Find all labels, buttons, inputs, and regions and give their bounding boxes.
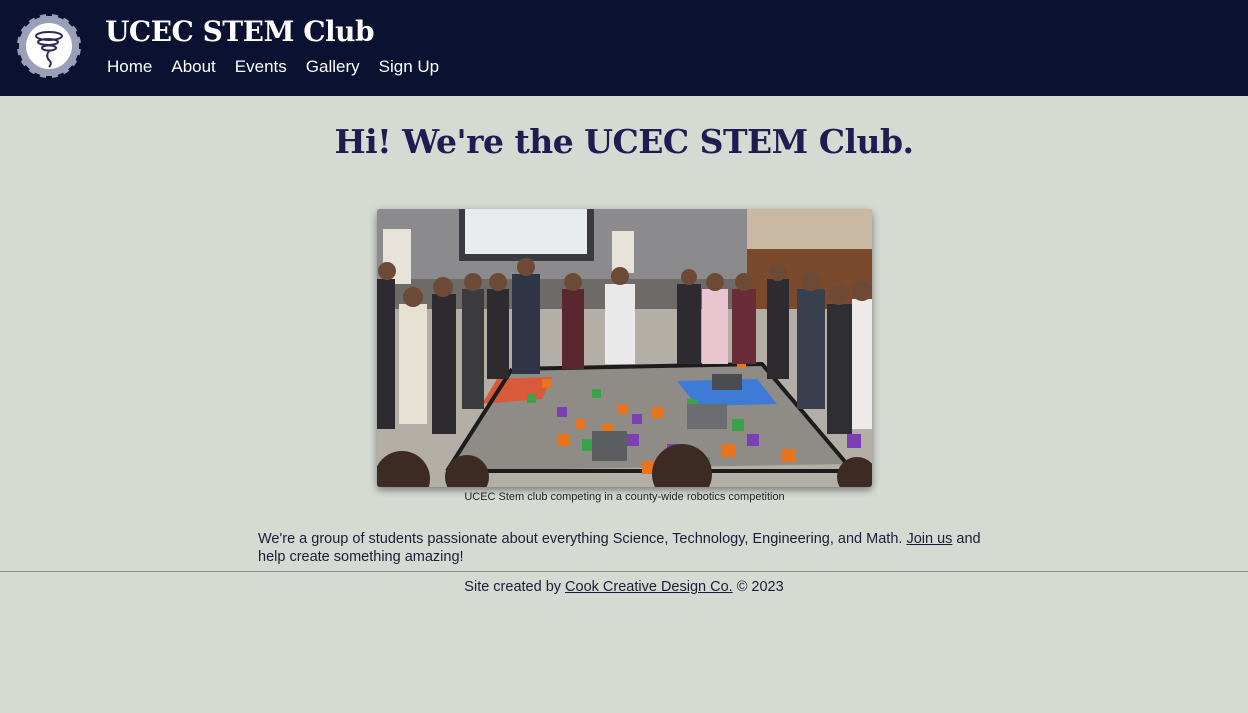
footer-text-after: © 2023 <box>732 579 784 595</box>
photo-caption: UCEC Stem club competing in a county-wid… <box>464 491 785 503</box>
nav-events[interactable]: Events <box>235 57 287 77</box>
nav-sign-up[interactable]: Sign Up <box>379 57 439 77</box>
robotics-competition-photo <box>377 209 872 487</box>
intro-text-before: We're a group of students passionate abo… <box>258 531 907 547</box>
page-headline: Hi! We're the UCEC STEM Club. <box>334 122 914 161</box>
nav-home[interactable]: Home <box>107 57 152 77</box>
footer-text-before: Site created by <box>464 579 566 595</box>
main-nav: Home About Events Gallery Sign Up <box>107 57 439 77</box>
nav-about[interactable]: About <box>171 57 215 77</box>
nav-gallery[interactable]: Gallery <box>306 57 360 77</box>
designer-link[interactable]: Cook Creative Design Co. <box>565 579 733 595</box>
intro-paragraph: We're a group of students passionate abo… <box>258 530 998 566</box>
join-us-link[interactable]: Join us <box>906 531 952 547</box>
site-footer: Site created by Cook Creative Design Co.… <box>0 579 1248 595</box>
gear-tornado-logo-icon[interactable] <box>14 11 84 81</box>
site-header: UCEC STEM Club Home About Events Gallery… <box>0 0 1248 96</box>
footer-divider <box>0 571 1248 572</box>
site-title[interactable]: UCEC STEM Club <box>105 15 375 48</box>
